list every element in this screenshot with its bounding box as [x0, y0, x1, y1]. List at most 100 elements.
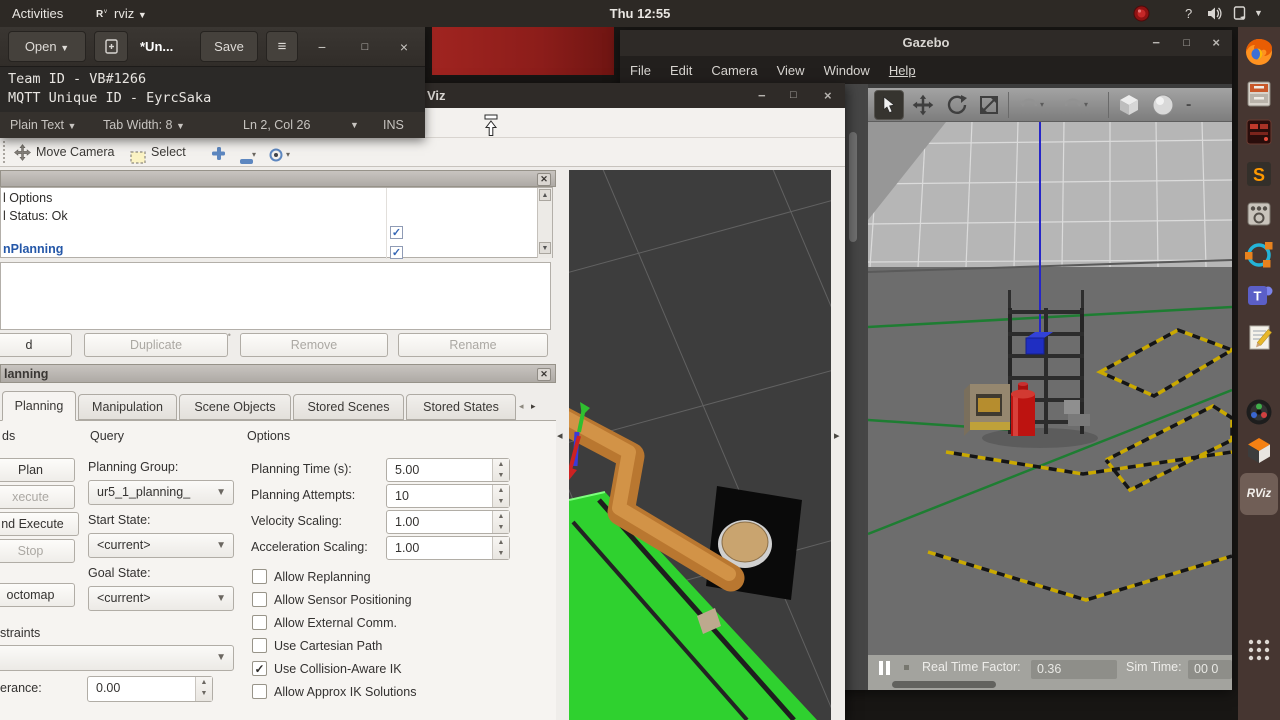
gazebo-titlebar[interactable]: Gazebo − □ ×: [620, 30, 1232, 56]
plan-and-execute-button[interactable]: nd Execute: [0, 512, 79, 536]
tab-manipulation[interactable]: Manipulation: [78, 394, 177, 420]
close-panel-icon[interactable]: ✕: [537, 173, 551, 186]
remove-button[interactable]: Remove: [240, 333, 388, 357]
close-icon[interactable]: ×: [394, 27, 414, 67]
menu-file[interactable]: File: [630, 63, 651, 78]
scrollbar[interactable]: [849, 132, 857, 242]
motionplanning-panel-titlebar[interactable]: lanning ✕: [0, 364, 556, 383]
display-enabled-checkbox[interactable]: ✓: [390, 226, 403, 239]
pause-icon[interactable]: [879, 661, 883, 675]
planning-time-input[interactable]: 5.00 ▲ ▼: [386, 458, 510, 482]
allow-replanning-row[interactable]: Allow Replanning: [252, 568, 371, 586]
minimize-icon[interactable]: −: [1152, 30, 1160, 56]
tab-width-select[interactable]: Tab Width: 8 ▼: [103, 112, 185, 139]
pause-icon[interactable]: [886, 661, 890, 675]
close-icon[interactable]: ×: [824, 83, 832, 108]
toolbar-more-icon[interactable]: -: [1186, 96, 1191, 114]
pan-left-icon[interactable]: ◂: [557, 429, 563, 442]
toolbar-handle[interactable]: [3, 141, 6, 163]
tab-scroll-left-icon[interactable]: ◂: [519, 401, 524, 412]
tab-stored-scenes[interactable]: Stored Scenes: [293, 394, 404, 420]
doc-type-select[interactable]: Plain Text ▼: [10, 112, 76, 139]
sublime-text-icon[interactable]: S: [1242, 157, 1276, 191]
use-cartesian-path-row[interactable]: Use Cartesian Path: [252, 637, 382, 655]
volume-icon[interactable]: [1207, 6, 1223, 24]
close-icon[interactable]: ×: [1212, 30, 1220, 56]
displays-panel-titlebar[interactable]: ✕: [0, 170, 556, 187]
tree-row-motionplanning[interactable]: nPlanning: [3, 242, 63, 256]
firefox-icon[interactable]: [1242, 35, 1276, 69]
scroll-up-icon[interactable]: ▲: [539, 189, 551, 201]
rviz-3d-view[interactable]: [569, 170, 831, 720]
gazebo-left-panel-edge[interactable]: [845, 84, 868, 690]
goal-tolerance-input[interactable]: 0.00 ▲ ▼: [87, 676, 213, 702]
execute-button[interactable]: xecute: [0, 485, 75, 509]
camera-icon[interactable]: [1242, 395, 1276, 429]
checkbox-icon[interactable]: [252, 684, 267, 700]
save-button[interactable]: Save: [200, 31, 258, 62]
duplicate-button[interactable]: Duplicate: [84, 333, 228, 357]
spinner-icons[interactable]: ▲ ▼: [492, 485, 509, 507]
checkbox-icon[interactable]: [252, 569, 267, 585]
scroll-down-icon[interactable]: ▼: [539, 242, 551, 254]
menu-view[interactable]: View: [777, 63, 805, 78]
gazebo-3d-scene[interactable]: [868, 122, 1232, 655]
sphere-shape-icon[interactable]: [1148, 90, 1178, 120]
allow-sensor-positioning-row[interactable]: Allow Sensor Positioning: [252, 591, 412, 609]
control-panel-icon[interactable]: [1242, 197, 1276, 231]
translate-tool-icon[interactable]: [908, 90, 938, 120]
spinner-icons[interactable]: ▲ ▼: [492, 459, 509, 481]
pan-right-icon[interactable]: ▸: [834, 429, 840, 442]
rviz-dock-icon[interactable]: RViz: [1240, 473, 1278, 515]
scrollbar[interactable]: ▲ ▼: [537, 188, 552, 258]
tab-stored-states[interactable]: Stored States: [406, 394, 516, 420]
rotate-tool-icon[interactable]: [942, 90, 972, 120]
undo-dropdown-icon[interactable]: ▾: [1040, 100, 1044, 109]
checkbox-icon[interactable]: ✓: [252, 661, 267, 677]
hamburger-menu-icon[interactable]: ≡: [266, 31, 298, 62]
rename-button[interactable]: Rename: [398, 333, 548, 357]
close-panel-icon[interactable]: ✕: [537, 368, 551, 381]
scale-tool-icon[interactable]: [974, 90, 1004, 120]
menu-help[interactable]: Help: [889, 63, 916, 78]
cursor-position[interactable]: Ln 2, Col 26: [243, 112, 310, 138]
show-applications-icon[interactable]: [1242, 633, 1276, 667]
gedit-headerbar[interactable]: Open ▼ *Un... Save ≡ − □ ×: [0, 27, 425, 67]
menu-window[interactable]: Window: [824, 63, 870, 78]
goal-state-select[interactable]: <current> ▼: [88, 586, 234, 611]
text-editor-area[interactable]: Team ID - VB#1266 MQTT Unique ID - EyrcS…: [0, 67, 425, 112]
dropdown-icon[interactable]: ▾: [252, 150, 256, 159]
redo-dropdown-icon[interactable]: ▾: [1084, 100, 1088, 109]
battery-icon[interactable]: [1232, 5, 1248, 24]
use-collision-aware-ik-row[interactable]: ✓ Use Collision-Aware IK: [252, 660, 402, 678]
chevron-down-icon[interactable]: ▼: [350, 112, 359, 138]
allow-approx-ik-row[interactable]: Allow Approx IK Solutions: [252, 683, 416, 701]
maximize-icon[interactable]: □: [1183, 30, 1190, 56]
spinner-icons[interactable]: ▲ ▼: [492, 537, 509, 559]
tree-row[interactable]: l Status: Ok: [3, 209, 68, 223]
tab-scroll-right-icon[interactable]: ▸: [531, 401, 536, 412]
open-button[interactable]: Open ▼: [8, 31, 86, 62]
planning-group-select[interactable]: ur5_1_planning_ ▼: [88, 480, 234, 505]
menu-edit[interactable]: Edit: [670, 63, 692, 78]
select-label[interactable]: Select: [151, 138, 186, 166]
displays-property-area[interactable]: [0, 262, 551, 330]
start-state-select[interactable]: <current> ▼: [88, 533, 234, 558]
file-cabinet-icon[interactable]: [1242, 77, 1276, 111]
playback-slider[interactable]: [892, 681, 996, 688]
gazebo-icon[interactable]: [1242, 433, 1276, 467]
allow-external-comm-row[interactable]: Allow External Comm.: [252, 614, 397, 632]
maximize-icon[interactable]: □: [355, 27, 375, 67]
dropdown-icon[interactable]: ▾: [286, 150, 290, 159]
notes-icon[interactable]: [1242, 320, 1276, 354]
plan-button[interactable]: Plan: [0, 458, 75, 482]
add-display-button[interactable]: d: [0, 333, 72, 357]
stop-button[interactable]: Stop: [0, 539, 75, 563]
tree-row[interactable]: l Options: [3, 191, 52, 205]
teams-icon[interactable]: T: [1242, 278, 1276, 312]
minimize-icon[interactable]: −: [758, 83, 766, 108]
checkbox-icon[interactable]: [252, 615, 267, 631]
spinner-icons[interactable]: ▲ ▼: [492, 511, 509, 533]
terminal-icon[interactable]: [1242, 115, 1276, 149]
step-icon[interactable]: [904, 665, 909, 670]
